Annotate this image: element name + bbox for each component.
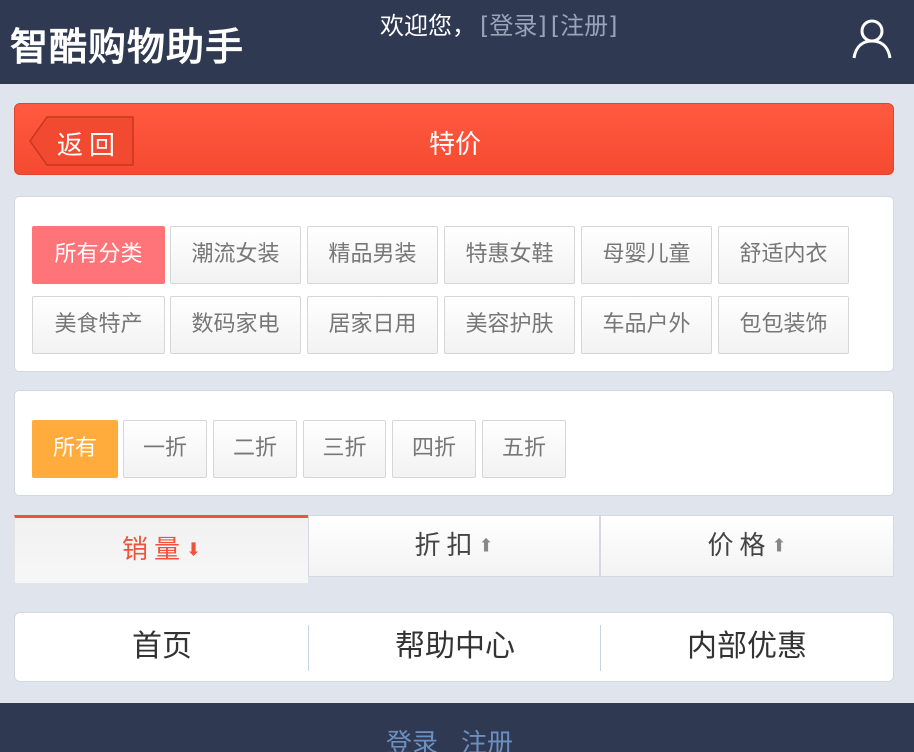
category-underwear[interactable]: 舒适内衣 [718, 226, 849, 284]
sort-discount-label: 折扣 [414, 531, 479, 561]
welcome-text: 欢迎您， [登录] [注册] [380, 6, 617, 41]
top-header: 智酷购物助手 欢迎您， [登录] [注册] [0, 0, 914, 84]
user-icon[interactable] [852, 18, 892, 60]
header-register-link[interactable]: [注册] [551, 12, 618, 40]
app-logo: 智酷购物助手 [10, 25, 245, 69]
sort-price-label: 价格 [707, 531, 772, 561]
discount-all[interactable]: 所有 [32, 420, 118, 478]
page-title: 特价 [428, 130, 481, 160]
category-panel: 所有分类 潮流女装 精品男装 特惠女鞋 母婴儿童 舒适内衣 美食特产 数码家电 … [14, 196, 894, 372]
bottom-login-link[interactable]: 登录 [386, 723, 438, 752]
category-car-outdoor[interactable]: 车品户外 [581, 296, 712, 354]
welcome-label: 欢迎您， [380, 12, 476, 40]
category-food[interactable]: 美食特产 [32, 296, 165, 354]
category-womens-shoes[interactable]: 特惠女鞋 [444, 226, 575, 284]
nav-help-center[interactable]: 帮助中心 [309, 613, 601, 681]
category-mens-fashion[interactable]: 精品男装 [307, 226, 438, 284]
discount-10[interactable]: 一折 [123, 420, 207, 478]
discount-50[interactable]: 五折 [482, 420, 566, 478]
discount-30[interactable]: 三折 [303, 420, 386, 478]
category-electronics[interactable]: 数码家电 [170, 296, 301, 354]
category-home[interactable]: 居家日用 [307, 296, 438, 354]
bottom-bar: 登录 注册 [0, 703, 914, 752]
sort-by-price[interactable]: 价格⬆ [600, 515, 894, 577]
category-baby-kids[interactable]: 母婴儿童 [581, 226, 712, 284]
category-womens-fashion[interactable]: 潮流女装 [170, 226, 301, 284]
arrow-up-icon: ⬆ [771, 535, 787, 557]
sort-by-sales[interactable]: 销量⬇ [14, 515, 308, 583]
category-beauty[interactable]: 美容护肤 [444, 296, 575, 354]
arrow-up-icon: ⬆ [478, 535, 494, 557]
sort-by-discount[interactable]: 折扣⬆ [308, 515, 600, 577]
sort-sales-label: 销量 [121, 535, 186, 565]
arrow-down-icon: ⬇ [185, 539, 202, 561]
category-bags[interactable]: 包包装饰 [718, 296, 849, 354]
discount-panel: 所有 一折 二折 三折 四折 五折 [14, 390, 894, 496]
nav-internal-deals[interactable]: 内部优惠 [601, 613, 893, 681]
category-all[interactable]: 所有分类 [32, 226, 165, 284]
sort-bar: 销量⬇ 折扣⬆ 价格⬆ [14, 515, 894, 583]
title-bar: 返回 特价 [14, 103, 894, 175]
discount-20[interactable]: 二折 [213, 420, 297, 478]
bottom-register-link[interactable]: 注册 [461, 723, 513, 752]
nav-home[interactable]: 首页 [15, 613, 309, 681]
header-login-link[interactable]: [登录] [480, 12, 547, 40]
discount-40[interactable]: 四折 [392, 420, 476, 478]
footer-nav: 首页 帮助中心 内部优惠 [14, 612, 894, 682]
